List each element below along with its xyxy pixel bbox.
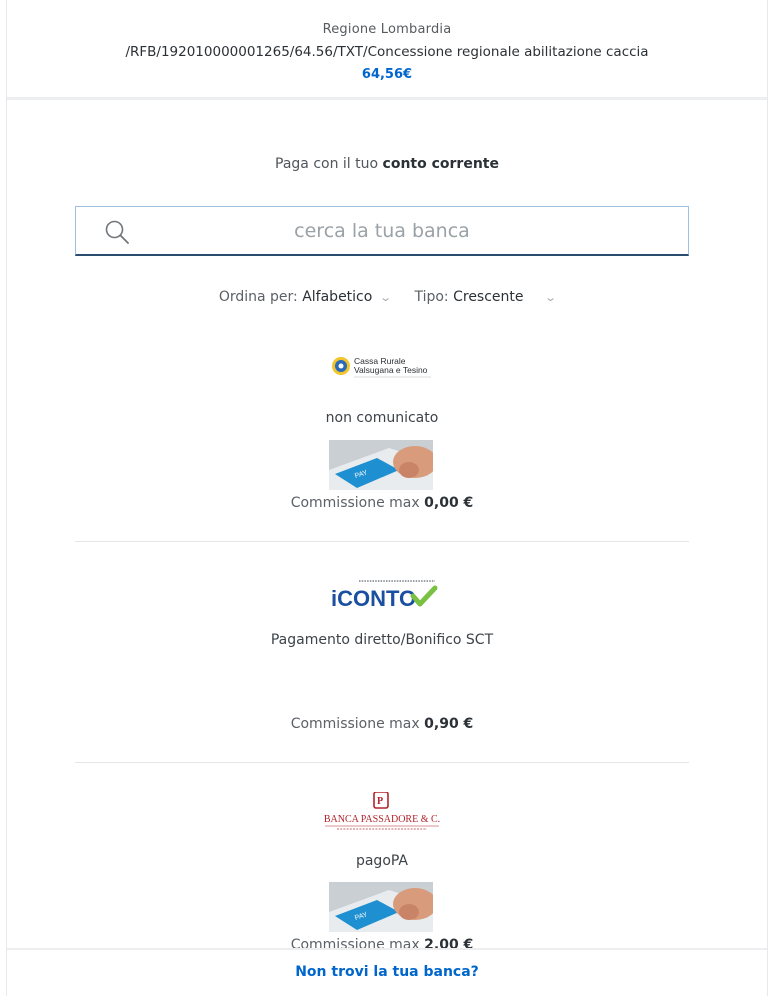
bank-search-input[interactable]	[76, 207, 688, 254]
sort-order-label: Ordina per:	[218, 289, 298, 305]
payment-reference: /RFB/192010000001265/64.56/TXT/Concessio…	[125, 44, 649, 60]
keyboard-pay-image: PAY	[329, 882, 433, 932]
sort-order-dropdown[interactable]: Ordina per: Alfabetico ⌄	[218, 289, 392, 305]
bank-separator	[75, 541, 689, 542]
recipient-name: Regione Lombardia	[322, 22, 452, 37]
bank-description: pagoPA	[355, 853, 409, 869]
chevron-down-icon: ⌄	[378, 291, 392, 304]
banca-passadore-logo-text: BANCA PASSADORE & C.	[324, 814, 440, 825]
commission-label: Commissione max	[290, 495, 420, 511]
iconto-logo-text: iCONTO	[331, 586, 416, 610]
bank-description: Pagamento diretto/Bonifico SCT	[270, 632, 494, 648]
bank-row-cassa-rurale: non comunicato	[75, 410, 689, 426]
bank-commission-row: Commissione max 0,00 €	[75, 495, 689, 511]
payment-panel: Regione Lombardia /RFB/192010000001265/6…	[6, 0, 768, 996]
cassa-rurale-logo-text-2: Valsugana e Tesino	[354, 365, 428, 375]
keyboard-pay-image: PAY	[329, 440, 433, 490]
iconto-logo: iCONTO	[329, 578, 439, 611]
commission-text: Commissione max 0,00 €	[75, 495, 689, 511]
pay-title-prefix: Paga con il tuo	[275, 156, 379, 172]
payment-amount: 64,56€	[361, 67, 413, 82]
bank-search-box[interactable]	[75, 206, 689, 256]
banca-passadore-logo: P BANCA PASSADORE & C.	[307, 791, 457, 832]
sort-type-value: Crescente	[453, 289, 524, 305]
bank-row-iconto: Pagamento diretto/Bonifico SCT	[75, 632, 689, 648]
sort-bar: Ordina per: Alfabetico ⌄ Tipo: Crescente…	[7, 289, 767, 305]
pay-title-method: conto corrente	[382, 156, 499, 172]
footer-bar: Non trovi la tua banca?	[7, 948, 767, 996]
cassa-rurale-logo: Cassa Rurale Valsugana e Tesino	[329, 352, 435, 382]
commission-text: Commissione max 0,90 €	[75, 716, 689, 732]
bank-separator	[75, 762, 689, 763]
sort-type-dropdown[interactable]: Tipo: Crescente ⌄	[414, 289, 558, 305]
bank-description: non comunicato	[325, 410, 439, 426]
chevron-down-icon: ⌄	[544, 291, 558, 304]
pay-method-title: Paga con il tuo conto corrente	[7, 156, 767, 172]
commission-value: 0,90 €	[424, 716, 474, 732]
bank-commission-row: Commissione max 0,90 €	[75, 716, 689, 732]
svg-text:P: P	[377, 796, 383, 807]
bank-row-banca-passadore: pagoPA	[75, 853, 689, 869]
commission-label: Commissione max	[290, 716, 420, 732]
commission-value: 0,00 €	[424, 495, 474, 511]
sort-type-label: Tipo:	[414, 289, 449, 305]
bank-not-found-link[interactable]: Non trovi la tua banca?	[295, 964, 479, 980]
payment-header: Regione Lombardia /RFB/192010000001265/6…	[7, 0, 767, 100]
sort-order-value: Alfabetico	[302, 289, 373, 305]
